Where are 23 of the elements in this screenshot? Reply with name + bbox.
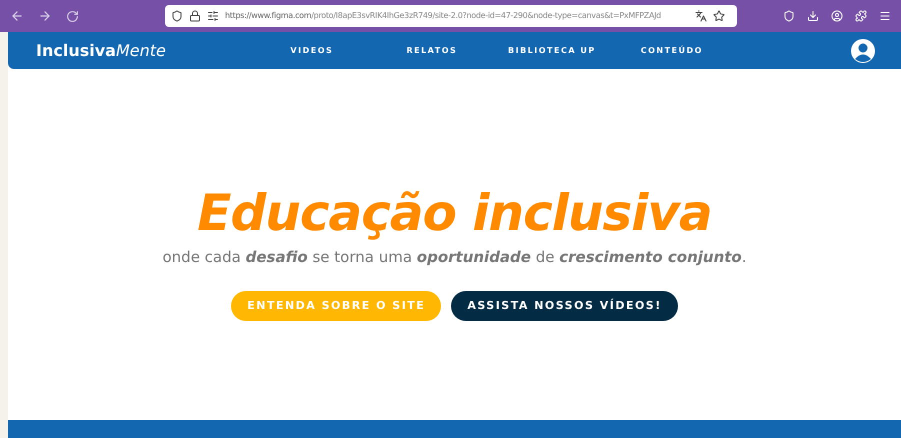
account-icon[interactable] [831, 10, 843, 22]
hero-title: Educação inclusiva [197, 188, 712, 238]
hero-subtitle: onde cada desafio se torna uma oportunidade de crescimento conjunto. [162, 247, 747, 268]
reload-icon[interactable] [66, 10, 79, 22]
star-icon[interactable] [713, 10, 725, 22]
hero-button[interactable]: ASSISTA NOSSOS VÍDEOS! [451, 290, 678, 321]
sliders-icon[interactable] [207, 10, 219, 22]
nav-link[interactable]: BIBLIOTECA UP [492, 44, 612, 56]
nav-link[interactable]: CONTEÚDO [612, 44, 732, 56]
logo[interactable]: InclusivaMente [36, 38, 166, 62]
translate-icon[interactable] [695, 10, 707, 22]
forward-icon[interactable] [38, 9, 52, 23]
download-icon[interactable] [807, 10, 819, 22]
menu-icon[interactable] [879, 10, 891, 22]
extensions-icon[interactable] [855, 10, 867, 22]
nav-link[interactable]: VIDEOS [252, 44, 372, 56]
shield-icon [171, 10, 183, 22]
nav-link[interactable]: RELATOS [372, 44, 492, 56]
url-text: https://www.figma.com/proto/I8apE3svRIK4IhGe3zR749/site-2.0?node-id=47-290&node-type=canvas&t=PxMFPZAJd [225, 10, 662, 22]
lock-icon [189, 10, 201, 22]
address-bar[interactable]: https://www.figma.com/proto/I8apE3svRIK4IhGe3zR749/site-2.0?node-id=47-290&node-type=canvas&t=PxMFPZAJd [165, 5, 737, 27]
back-icon[interactable] [10, 9, 24, 23]
user-avatar-icon[interactable] [851, 38, 875, 62]
